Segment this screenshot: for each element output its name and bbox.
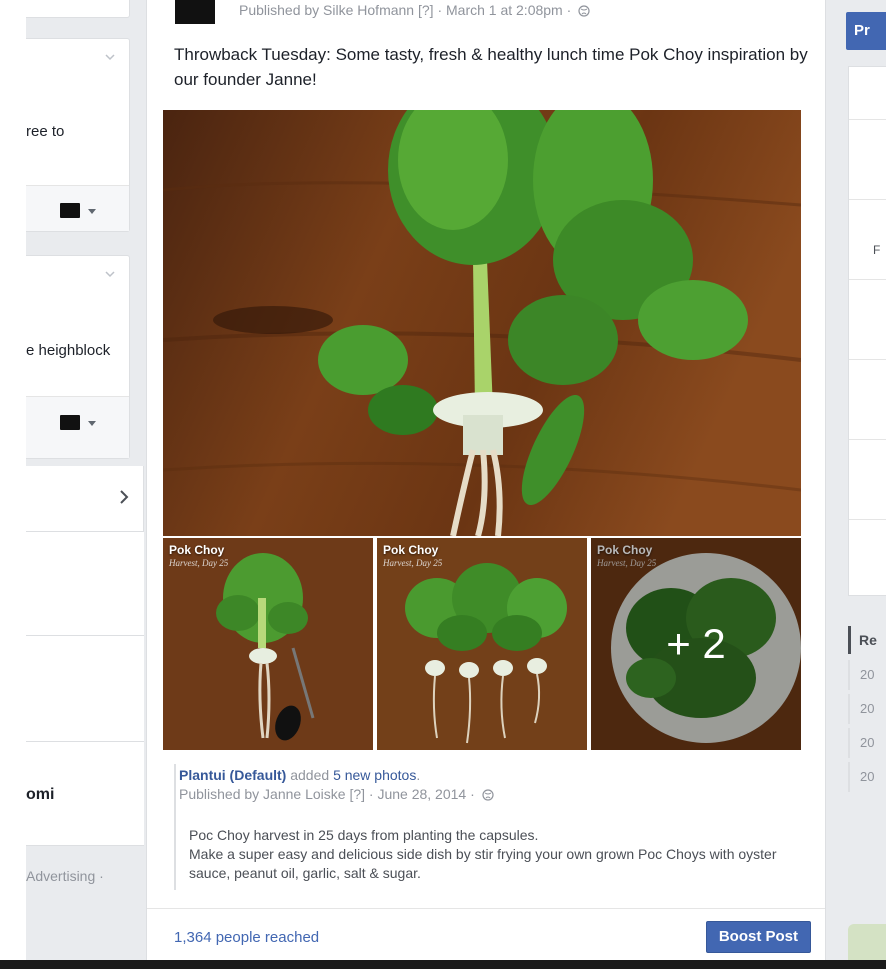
globe-icon[interactable] [578, 4, 590, 20]
right-panel: F [848, 66, 886, 596]
right-primary-button[interactable]: Pr [846, 12, 886, 50]
divider [849, 199, 886, 200]
left-card-2-footer [26, 397, 129, 458]
description-line-2: Make a super easy and delicious side dis… [189, 846, 777, 881]
post-caption: Throwback Tuesday: Some tasty, fresh & h… [174, 45, 808, 89]
divider [849, 519, 886, 520]
shared-published-text: Published by Janne Loiske [?] · June 28,… [179, 786, 475, 802]
post-thumbnail-1[interactable]: Pok Choy Harvest, Day 25 [163, 538, 373, 750]
shared-post-line: Plantui (Default) added 5 new photos. [177, 766, 797, 785]
chevron-right-icon[interactable] [119, 490, 129, 509]
post-photo-row: Pok Choy Harvest, Day 25 Pok Choy Harves… [163, 538, 801, 750]
thumbnail-sublabel: Harvest, Day 25 [383, 558, 443, 568]
shared-post-description: Poc Choy harvest in 25 days from plantin… [189, 826, 809, 883]
right-list-item[interactable]: 20 [848, 660, 874, 690]
page-avatar[interactable] [175, 0, 215, 24]
page-thumbnail[interactable] [60, 203, 80, 218]
left-nav-panel[interactable] [26, 466, 144, 532]
left-panel-title: omi [26, 786, 55, 803]
left-panel-3 [26, 636, 144, 742]
period-text: . [416, 767, 421, 783]
boost-post-button[interactable]: Boost Post [705, 921, 811, 953]
reach-count[interactable]: 1,364 people reached [174, 929, 319, 946]
post-card: Published by Silke Hofmann [?] · March 1… [146, 0, 826, 960]
chevron-down-icon[interactable] [105, 270, 115, 280]
right-list-heading: Re [848, 626, 877, 654]
right-list-item[interactable]: 20 [848, 762, 874, 792]
bottom-bar [0, 960, 886, 969]
thumbnail-label: Pok Choy [383, 543, 439, 557]
shared-photos-link[interactable]: 5 new photos [333, 767, 416, 783]
shared-action-text: added [290, 767, 330, 783]
more-photos-overlay[interactable]: + 2 [591, 538, 801, 750]
left-column: ree to e heighblock omi Advertising · [0, 0, 146, 960]
left-panel-2 [26, 532, 144, 636]
left-card-top [26, 0, 130, 18]
published-text: Published by Silke Hofmann [?] · March 1… [239, 2, 572, 18]
caret-down-icon[interactable] [88, 421, 96, 426]
right-column: Pr F Re 20 20 20 20 [826, 0, 886, 960]
caret-down-icon[interactable] [88, 209, 96, 214]
divider [849, 359, 886, 360]
post-thumbnail-3[interactable]: Pok Choy Harvest, Day 25 + 2 [591, 538, 801, 750]
left-card-2-text: e heighblock [26, 342, 111, 359]
right-list-item[interactable]: 20 [848, 694, 874, 724]
right-thumbnail[interactable] [848, 924, 886, 960]
left-panel-4: omi [26, 742, 144, 846]
divider [849, 439, 886, 440]
thumbnail-sublabel: Harvest, Day 25 [169, 558, 229, 568]
shared-page-name[interactable]: Plantui (Default) [179, 767, 286, 783]
shared-published-line: Published by Janne Loiske [?] · June 28,… [177, 785, 797, 806]
left-strip [0, 0, 26, 960]
description-line-1: Poc Choy harvest in 25 days from plantin… [189, 827, 539, 843]
divider [849, 279, 886, 280]
post-footer: 1,364 people reached Boost Post [147, 908, 825, 960]
shared-post-header: Plantui (Default) added 5 new photos. Pu… [177, 766, 797, 806]
post-main-photo[interactable] [163, 110, 801, 536]
left-card-1-text: ree to [26, 123, 65, 140]
right-list: Re 20 20 20 20 [848, 626, 886, 796]
globe-icon[interactable] [482, 787, 494, 806]
page-thumbnail[interactable] [60, 415, 80, 430]
post-published-line: Published by Silke Hofmann [?] · March 1… [239, 2, 590, 20]
right-panel-text: F [873, 243, 881, 257]
divider [849, 119, 886, 120]
chevron-down-icon[interactable] [105, 53, 115, 63]
post-thumbnail-2[interactable]: Pok Choy Harvest, Day 25 [377, 538, 587, 750]
shared-post-bar [174, 764, 176, 890]
thumbnail-label: Pok Choy [169, 543, 225, 557]
left-card-1: ree to [26, 38, 130, 232]
left-card-2: e heighblock [26, 255, 130, 459]
footer-advertising-link[interactable]: Advertising · [26, 868, 104, 884]
left-card-1-footer [26, 186, 129, 231]
right-list-item[interactable]: 20 [848, 728, 874, 758]
